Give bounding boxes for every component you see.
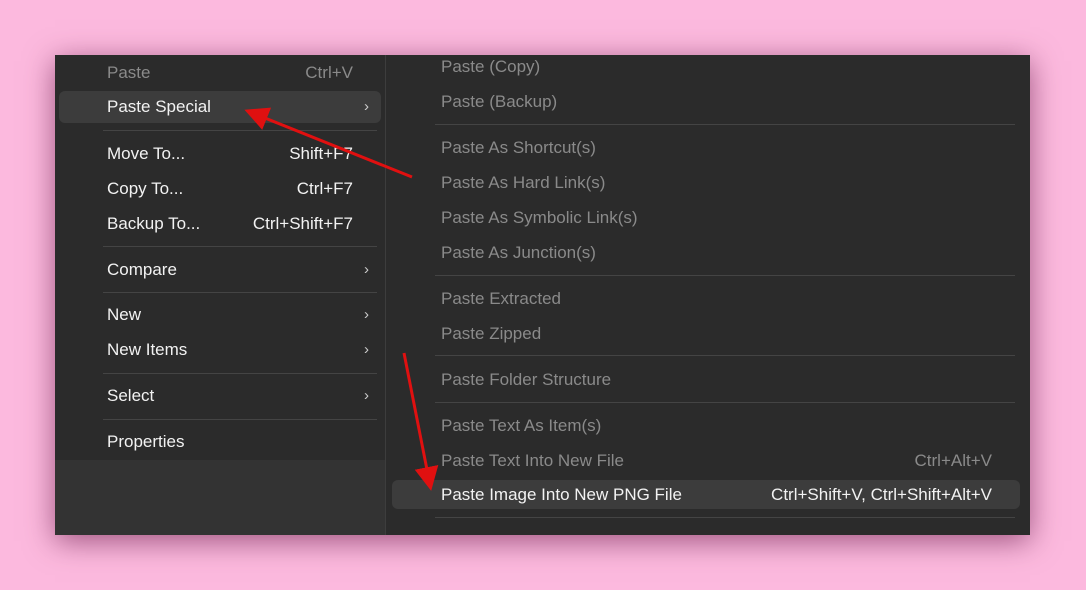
arrow-to-paste-image xyxy=(402,352,439,491)
arrow-to-paste-special xyxy=(244,107,413,179)
annotation-arrows xyxy=(244,107,439,491)
